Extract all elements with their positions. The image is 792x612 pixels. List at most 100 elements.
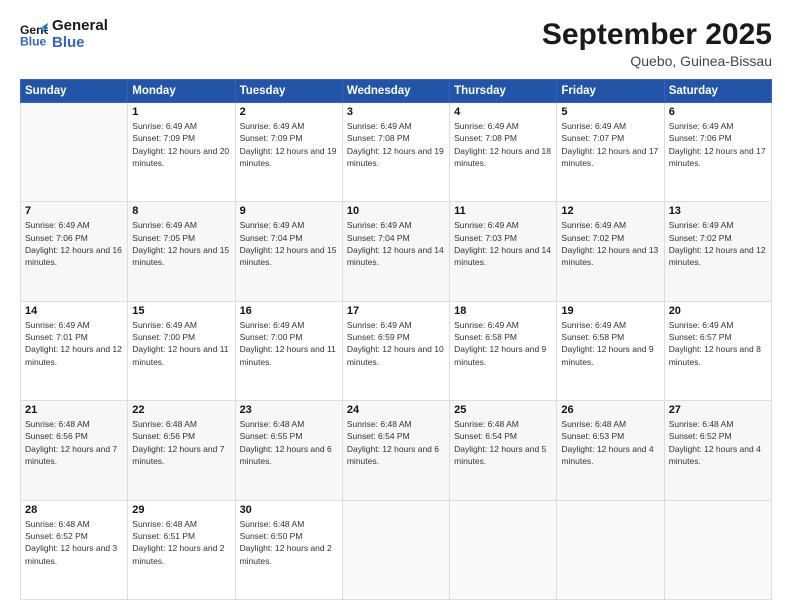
day-info: Sunrise: 6:48 AMSunset: 6:53 PMDaylight:… xyxy=(561,418,659,467)
day-number: 3 xyxy=(347,106,445,118)
day-info: Sunrise: 6:49 AMSunset: 7:02 PMDaylight:… xyxy=(669,219,767,268)
col-wednesday: Wednesday xyxy=(342,80,449,103)
day-info: Sunrise: 6:48 AMSunset: 6:52 PMDaylight:… xyxy=(25,518,123,567)
day-number: 25 xyxy=(454,404,552,416)
table-row: 7 Sunrise: 6:49 AMSunset: 7:06 PMDaylight… xyxy=(21,202,128,301)
day-number: 1 xyxy=(132,106,230,118)
table-row: 23Sunrise: 6:48 AMSunset: 6:55 PMDayligh… xyxy=(235,401,342,500)
table-row xyxy=(450,500,557,599)
logo: General Blue General Blue xyxy=(20,18,108,51)
table-row: 4 Sunrise: 6:49 AMSunset: 7:08 PMDaylight… xyxy=(450,103,557,202)
logo-icon: General Blue xyxy=(20,21,48,49)
table-row: 21 Sunrise: 6:48 AMSunset: 6:56 PMDayligh… xyxy=(21,401,128,500)
day-info: Sunrise: 6:48 AMSunset: 6:54 PMDaylight:… xyxy=(454,418,552,467)
table-row: 26Sunrise: 6:48 AMSunset: 6:53 PMDayligh… xyxy=(557,401,664,500)
day-number: 5 xyxy=(561,106,659,118)
table-row: 5 Sunrise: 6:49 AMSunset: 7:07 PMDaylight… xyxy=(557,103,664,202)
day-info: Sunrise: 6:49 AMSunset: 7:00 PMDaylight:… xyxy=(240,319,338,368)
day-info: Sunrise: 6:49 AMSunset: 6:59 PMDaylight:… xyxy=(347,319,445,368)
day-info: Sunrise: 6:49 AMSunset: 7:06 PMDaylight:… xyxy=(25,219,123,268)
day-number: 11 xyxy=(454,205,552,217)
day-number: 21 xyxy=(25,404,123,416)
day-number: 9 xyxy=(240,205,338,217)
day-number: 12 xyxy=(561,205,659,217)
day-number: 24 xyxy=(347,404,445,416)
day-info: Sunrise: 6:48 AMSunset: 6:52 PMDaylight:… xyxy=(669,418,767,467)
day-number: 17 xyxy=(347,305,445,317)
day-info: Sunrise: 6:49 AMSunset: 7:02 PMDaylight:… xyxy=(561,219,659,268)
table-row: 30 Sunrise: 6:48 AMSunset: 6:50 PMDayligh… xyxy=(235,500,342,599)
day-number: 18 xyxy=(454,305,552,317)
day-info: Sunrise: 6:48 AMSunset: 6:56 PMDaylight:… xyxy=(25,418,123,467)
table-row: 11 Sunrise: 6:49 AMSunset: 7:03 PMDayligh… xyxy=(450,202,557,301)
day-info: Sunrise: 6:49 AMSunset: 7:08 PMDaylight:… xyxy=(347,120,445,169)
calendar-header-row: Sunday Monday Tuesday Wednesday Thursday… xyxy=(21,80,772,103)
day-number: 20 xyxy=(669,305,767,317)
day-number: 14 xyxy=(25,305,123,317)
day-number: 13 xyxy=(669,205,767,217)
day-number: 7 xyxy=(25,205,123,217)
table-row: 3 Sunrise: 6:49 AMSunset: 7:08 PMDaylight… xyxy=(342,103,449,202)
day-info: Sunrise: 6:49 AMSunset: 7:04 PMDaylight:… xyxy=(347,219,445,268)
table-row: 25 Sunrise: 6:48 AMSunset: 6:54 PMDayligh… xyxy=(450,401,557,500)
day-info: Sunrise: 6:48 AMSunset: 6:55 PMDaylight:… xyxy=(240,418,338,467)
day-info: Sunrise: 6:48 AMSunset: 6:54 PMDaylight:… xyxy=(347,418,445,467)
table-row: 22 Sunrise: 6:48 AMSunset: 6:56 PMDayligh… xyxy=(128,401,235,500)
table-row: 2 Sunrise: 6:49 AMSunset: 7:09 PMDaylight… xyxy=(235,103,342,202)
day-info: Sunrise: 6:49 AMSunset: 7:03 PMDaylight:… xyxy=(454,219,552,268)
table-row: 10 Sunrise: 6:49 AMSunset: 7:04 PMDayligh… xyxy=(342,202,449,301)
day-info: Sunrise: 6:48 AMSunset: 6:56 PMDaylight:… xyxy=(132,418,230,467)
day-info: Sunrise: 6:49 AMSunset: 6:58 PMDaylight:… xyxy=(561,319,659,368)
col-tuesday: Tuesday xyxy=(235,80,342,103)
calendar-week-row: 14Sunrise: 6:49 AMSunset: 7:01 PMDayligh… xyxy=(21,301,772,400)
day-number: 30 xyxy=(240,504,338,516)
day-info: Sunrise: 6:49 AMSunset: 7:09 PMDaylight:… xyxy=(240,120,338,169)
table-row: 14Sunrise: 6:49 AMSunset: 7:01 PMDayligh… xyxy=(21,301,128,400)
day-info: Sunrise: 6:49 AMSunset: 7:05 PMDaylight:… xyxy=(132,219,230,268)
day-number: 16 xyxy=(240,305,338,317)
day-info: Sunrise: 6:48 AMSunset: 6:51 PMDaylight:… xyxy=(132,518,230,567)
day-info: Sunrise: 6:49 AMSunset: 7:07 PMDaylight:… xyxy=(561,120,659,169)
day-info: Sunrise: 6:49 AMSunset: 7:06 PMDaylight:… xyxy=(669,120,767,169)
table-row xyxy=(21,103,128,202)
table-row: 19 Sunrise: 6:49 AMSunset: 6:58 PMDayligh… xyxy=(557,301,664,400)
month-title: September 2025 xyxy=(542,18,772,51)
page: General Blue General Blue September 2025… xyxy=(0,0,792,612)
calendar-week-row: 1 Sunrise: 6:49 AMSunset: 7:09 PMDaylight… xyxy=(21,103,772,202)
svg-text:Blue: Blue xyxy=(20,34,47,48)
day-number: 29 xyxy=(132,504,230,516)
col-sunday: Sunday xyxy=(21,80,128,103)
title-section: September 2025 Quebo, Guinea-Bissau xyxy=(542,18,772,69)
location: Quebo, Guinea-Bissau xyxy=(542,53,772,69)
col-thursday: Thursday xyxy=(450,80,557,103)
logo-line2: Blue xyxy=(52,35,108,52)
table-row: 28Sunrise: 6:48 AMSunset: 6:52 PMDayligh… xyxy=(21,500,128,599)
table-row: 8Sunrise: 6:49 AMSunset: 7:05 PMDaylight… xyxy=(128,202,235,301)
table-row: 13 Sunrise: 6:49 AMSunset: 7:02 PMDayligh… xyxy=(664,202,771,301)
calendar-week-row: 7 Sunrise: 6:49 AMSunset: 7:06 PMDaylight… xyxy=(21,202,772,301)
table-row: 9Sunrise: 6:49 AMSunset: 7:04 PMDaylight… xyxy=(235,202,342,301)
table-row: 1Sunrise: 6:49 AMSunset: 7:09 PMDaylight… xyxy=(128,103,235,202)
calendar-table: Sunday Monday Tuesday Wednesday Thursday… xyxy=(20,79,772,600)
table-row xyxy=(557,500,664,599)
day-number: 4 xyxy=(454,106,552,118)
table-row: 12 Sunrise: 6:49 AMSunset: 7:02 PMDayligh… xyxy=(557,202,664,301)
table-row: 29 Sunrise: 6:48 AMSunset: 6:51 PMDayligh… xyxy=(128,500,235,599)
table-row: 18 Sunrise: 6:49 AMSunset: 6:58 PMDayligh… xyxy=(450,301,557,400)
calendar-week-row: 28Sunrise: 6:48 AMSunset: 6:52 PMDayligh… xyxy=(21,500,772,599)
day-number: 2 xyxy=(240,106,338,118)
table-row: 27Sunrise: 6:48 AMSunset: 6:52 PMDayligh… xyxy=(664,401,771,500)
table-row: 6 Sunrise: 6:49 AMSunset: 7:06 PMDaylight… xyxy=(664,103,771,202)
calendar-week-row: 21 Sunrise: 6:48 AMSunset: 6:56 PMDayligh… xyxy=(21,401,772,500)
col-monday: Monday xyxy=(128,80,235,103)
day-info: Sunrise: 6:49 AMSunset: 6:58 PMDaylight:… xyxy=(454,319,552,368)
day-info: Sunrise: 6:49 AMSunset: 7:00 PMDaylight:… xyxy=(132,319,230,368)
day-number: 22 xyxy=(132,404,230,416)
day-number: 10 xyxy=(347,205,445,217)
day-number: 19 xyxy=(561,305,659,317)
day-info: Sunrise: 6:49 AMSunset: 7:08 PMDaylight:… xyxy=(454,120,552,169)
day-number: 6 xyxy=(669,106,767,118)
table-row: 17 Sunrise: 6:49 AMSunset: 6:59 PMDayligh… xyxy=(342,301,449,400)
day-info: Sunrise: 6:48 AMSunset: 6:50 PMDaylight:… xyxy=(240,518,338,567)
logo-line1: General xyxy=(52,18,108,35)
